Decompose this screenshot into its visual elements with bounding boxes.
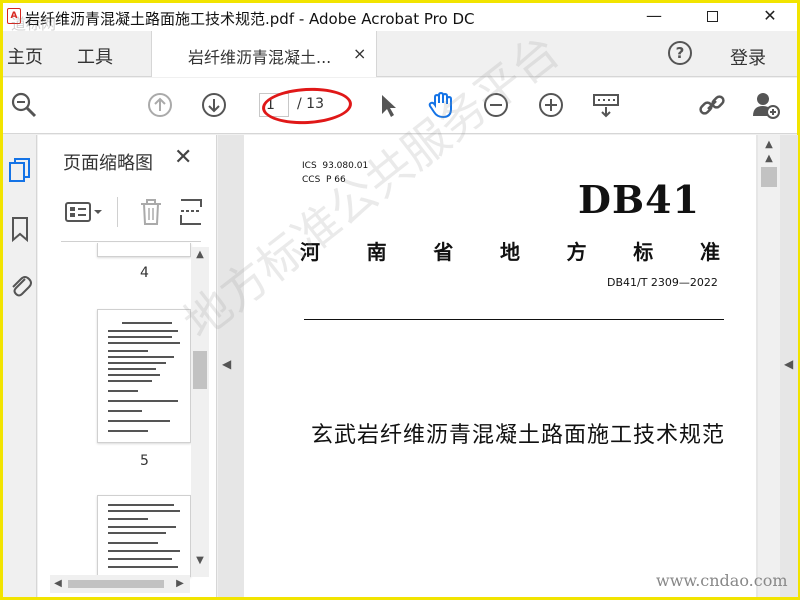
delete-page-icon[interactable] (138, 197, 164, 227)
help-icon[interactable]: ? (668, 41, 692, 65)
standard-char: 地 (499, 240, 520, 264)
standard-char: 南 (366, 240, 387, 264)
bookmark-icon[interactable] (7, 215, 33, 243)
minimize-button[interactable]: — (631, 3, 677, 31)
standard-number: DB41/T 2309—2022 (607, 276, 718, 289)
keyboard-icon[interactable] (591, 90, 621, 120)
thumbnail-options-icon[interactable] (64, 199, 106, 225)
add-user-icon[interactable] (751, 90, 781, 120)
thumbnail-horizontal-scrollbar[interactable]: ◀ ▶ (50, 575, 190, 593)
scroll-down-arrow-icon[interactable]: ▼ (191, 553, 209, 569)
title-bar: A 岩纤维沥青混凝土路面施工技术规范.pdf - Adobe Acrobat P… (3, 3, 797, 33)
thumbnail-label: 4 (140, 265, 149, 281)
window-title: 岩纤维沥青混凝土路面施工技术规范.pdf - Adobe Acrobat Pro… (25, 10, 475, 28)
pane-divider (61, 241, 201, 242)
thumbnail-page-5[interactable] (97, 309, 191, 443)
document-tab-close-button[interactable]: × (353, 44, 366, 63)
close-window-button[interactable]: ✕ (747, 3, 793, 31)
pane-close-button[interactable]: ✕ (174, 145, 192, 170)
login-button[interactable]: 登录 (730, 44, 766, 70)
thumbnail-pane: 页面缩略图 ✕ 4 5 ▲ ▼ ◀ ▶ (38, 135, 217, 597)
tab-document[interactable]: 岩纤维沥青混凝土... × (151, 31, 377, 77)
horizontal-scroll-thumb[interactable] (68, 580, 164, 588)
pane-toolbar-separator (117, 197, 118, 227)
left-rail (3, 135, 37, 597)
thumbnail-label: 5 (140, 453, 149, 469)
standard-char: 省 (433, 240, 454, 264)
tab-tools[interactable]: 工具 (77, 43, 113, 69)
page-up-icon[interactable] (145, 90, 175, 120)
collapse-right-panel-icon[interactable]: ◀ (784, 357, 793, 371)
document-title: 玄武岩纤维沥青混凝土路面施工技术规范 (311, 423, 726, 448)
watermark-bottom-right: www.cndao.com (656, 571, 788, 590)
pane-title: 页面缩略图 (63, 153, 153, 174)
collapse-left-panel-icon[interactable]: ◀ (222, 357, 231, 371)
highlight-annotation (261, 85, 353, 127)
scroll-left-arrow-icon[interactable]: ◀ (50, 575, 66, 593)
attachment-icon[interactable] (7, 271, 33, 299)
zoom-in-icon[interactable] (536, 90, 566, 120)
scroll-up-arrow-icon[interactable]: ▲ (191, 247, 209, 263)
maximize-icon (706, 11, 718, 22)
thumbnail-page-6[interactable] (97, 495, 191, 577)
standard-prefix: DB41 (578, 177, 700, 222)
thumbnail-scroll-thumb[interactable] (193, 351, 207, 389)
page-thumbnails-icon[interactable] (7, 157, 33, 185)
tab-home[interactable]: 主页 (7, 43, 43, 69)
scroll-right-arrow-icon[interactable]: ▶ (172, 575, 188, 593)
document-scroll-thumb[interactable] (761, 167, 777, 187)
standard-category: 河 南 省 地 方 标 准 (300, 236, 720, 265)
standard-char: 准 (699, 240, 720, 264)
document-scrollbar[interactable]: ▲ ▲ (758, 135, 780, 597)
maximize-button[interactable] (689, 3, 735, 31)
thumbnail-page-4[interactable] (97, 243, 191, 257)
select-arrow-icon[interactable] (373, 90, 403, 120)
link-icon[interactable] (697, 90, 727, 120)
standard-char: 标 (633, 240, 654, 264)
page-down-icon[interactable] (199, 90, 229, 120)
standard-char: 方 (566, 240, 587, 264)
header-rule (304, 319, 724, 320)
zoom-search-icon[interactable] (9, 90, 39, 120)
document-tab-label: 岩纤维沥青混凝土... (188, 48, 332, 67)
tab-row: 主页 工具 岩纤维沥青混凝土... × ? 登录 (3, 31, 797, 77)
extract-pages-icon[interactable] (178, 197, 204, 227)
doc-scroll-up-arrow-icon[interactable]: ▲ (758, 149, 780, 169)
